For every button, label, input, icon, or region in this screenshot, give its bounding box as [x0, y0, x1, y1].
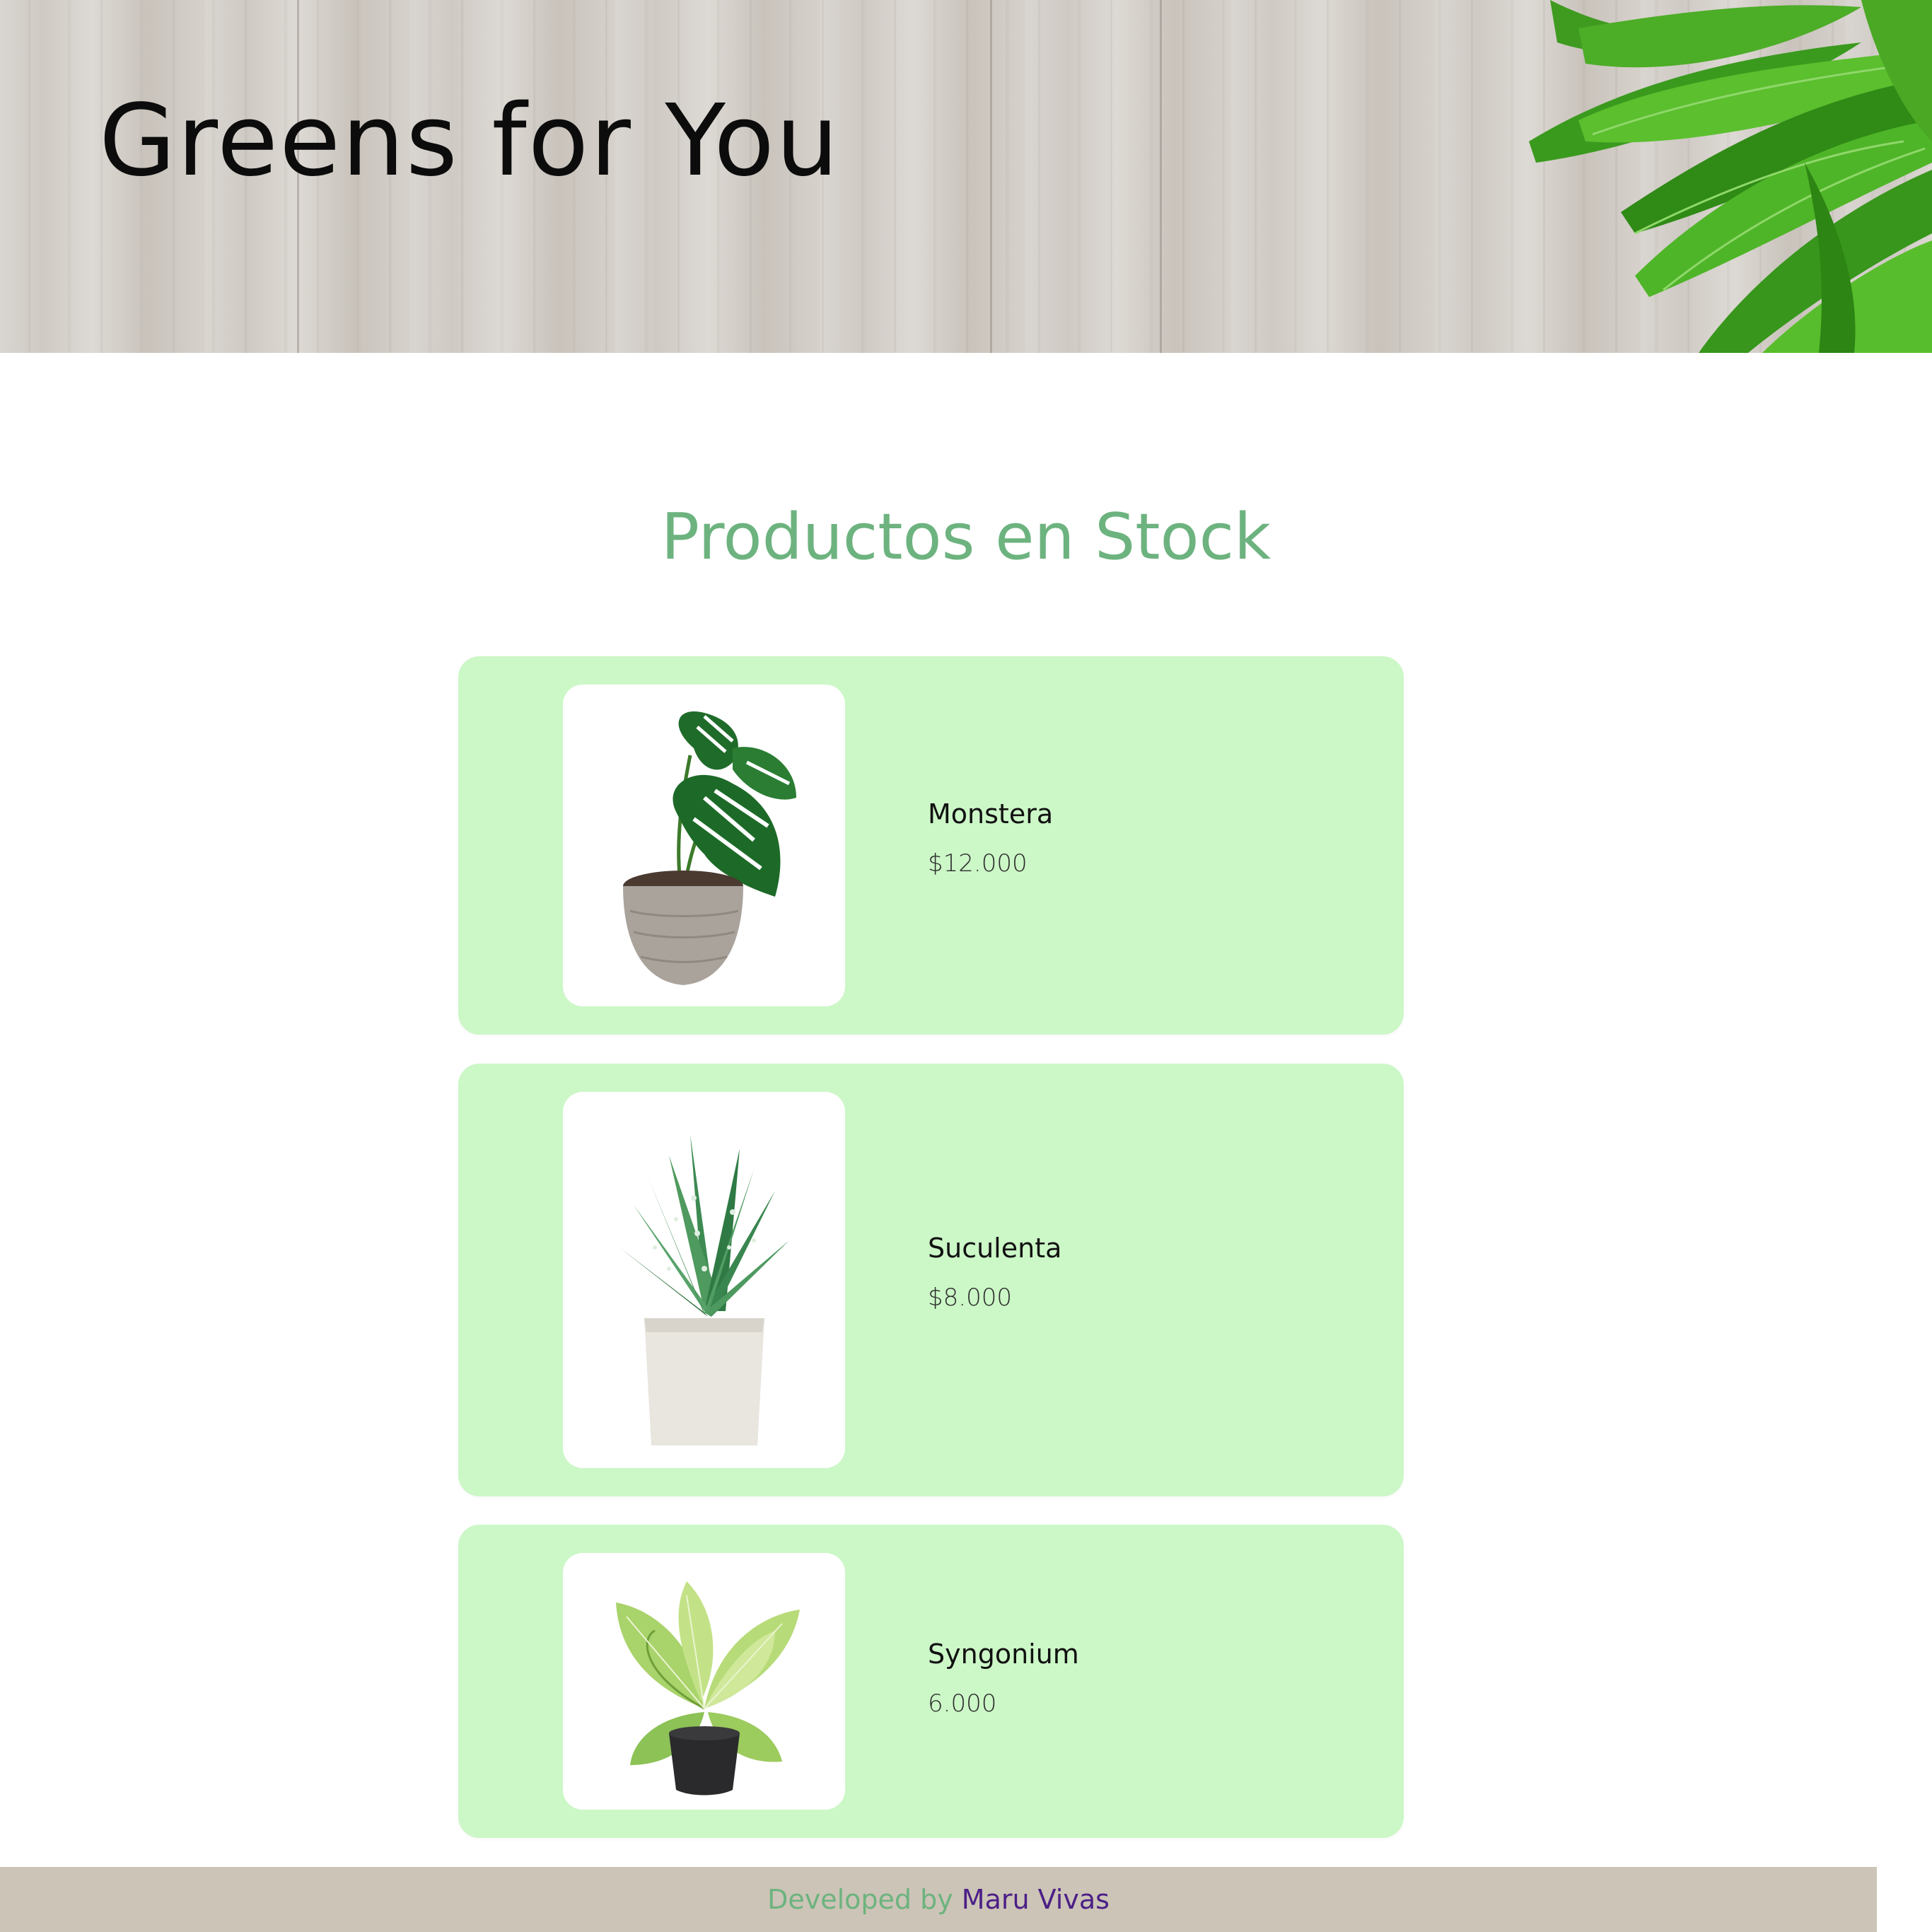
product-price: 6.000 — [928, 1689, 997, 1718]
product-info: Syngonium 6.000 — [928, 1636, 1079, 1720]
author-link[interactable]: Maru Vivas — [962, 1884, 1110, 1915]
syngonium-plant-image — [616, 1581, 800, 1796]
product-name: Syngonium — [928, 1639, 1079, 1670]
product-info: Suculenta $8.000 — [928, 1230, 1061, 1314]
section-title: Productos en Stock — [661, 500, 1271, 574]
product-price: $12.000 — [928, 849, 1028, 878]
product-price: $8.000 — [928, 1284, 1012, 1312]
product-card[interactable]: Syngonium 6.000 — [458, 1525, 1404, 1838]
monstera-plant-image — [623, 711, 796, 985]
product-name: Suculenta — [928, 1233, 1062, 1264]
footer-credit-text: Developed by — [767, 1884, 953, 1915]
wood-grain-line — [990, 0, 992, 353]
product-name: Monstera — [928, 798, 1054, 830]
product-card[interactable]: Suculenta $8.000 — [458, 1064, 1404, 1496]
leaves-decoration-image — [1529, 0, 1932, 353]
product-image-monstera — [563, 685, 845, 1006]
product-image-syngonium — [563, 1553, 845, 1810]
product-info: Monstera $12.000 — [928, 796, 1053, 880]
hero-banner: Greens for You — [0, 0, 1932, 353]
footer: Developed by Maru Vivas — [0, 1867, 1877, 1932]
product-card[interactable]: Monstera $12.000 — [458, 656, 1404, 1035]
site-title: Greens for You — [99, 83, 840, 199]
product-image-suculenta — [563, 1092, 845, 1468]
succulent-plant-image — [619, 1134, 789, 1445]
wood-grain-line — [1160, 0, 1162, 353]
